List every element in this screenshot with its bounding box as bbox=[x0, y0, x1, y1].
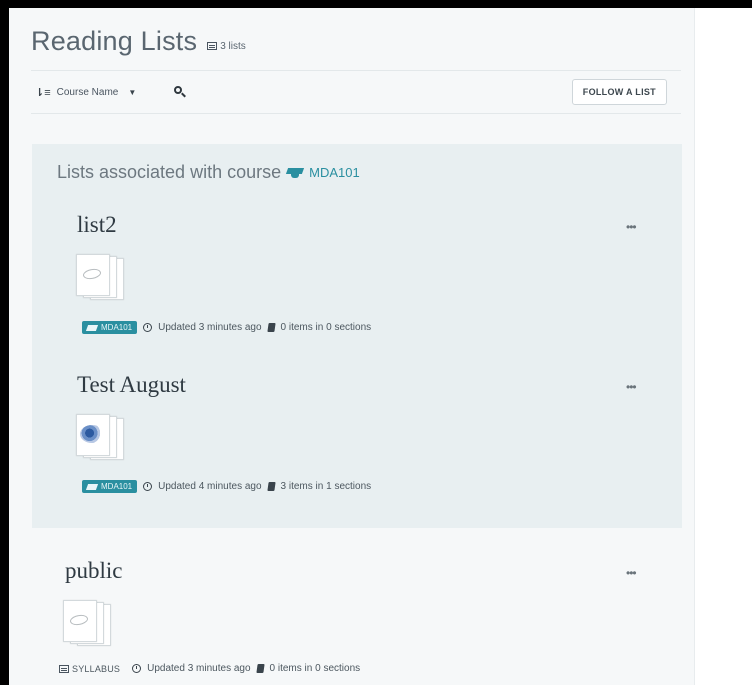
list-thumbnails bbox=[63, 600, 127, 646]
list-thumbnails bbox=[76, 254, 140, 300]
list-title-test-august[interactable]: Test August bbox=[77, 372, 186, 398]
updated-text: Updated 4 minutes ago bbox=[158, 481, 262, 492]
items-count: 3 items in 1 sections bbox=[280, 481, 372, 492]
toolbar: ⇂≡ Course Name ▼ FOLLOW A LIST bbox=[31, 70, 681, 114]
course-code-link[interactable]: MDA101 bbox=[309, 165, 360, 180]
list-icon bbox=[207, 42, 218, 50]
app-frame: Reading Lists 3 lists ⇂≡ Course Name ▼ F… bbox=[9, 8, 752, 685]
course-section-heading: Lists associated with course MDA101 bbox=[57, 162, 360, 183]
list-icon bbox=[59, 664, 69, 673]
book-cover-thumbnail bbox=[76, 254, 110, 296]
list-meta: MDA101 Updated 3 minutes ago 0 items in … bbox=[82, 321, 371, 334]
course-heading-text: Lists associated with course bbox=[57, 162, 282, 182]
more-options-button[interactable]: ••• bbox=[626, 380, 637, 394]
sort-dropdown[interactable]: ⇂≡ Course Name ▼ bbox=[35, 86, 136, 99]
items-count: 0 items in 0 sections bbox=[269, 663, 361, 674]
book-icon bbox=[266, 323, 276, 332]
list-count: 3 lists bbox=[220, 40, 246, 52]
chevron-down-icon: ▼ bbox=[128, 87, 137, 97]
list-meta: MDA101 Updated 4 minutes ago 3 items in … bbox=[82, 480, 371, 493]
follow-list-button[interactable]: FOLLOW A LIST bbox=[571, 79, 667, 105]
list-thumbnails bbox=[76, 414, 140, 460]
page-header: Reading Lists 3 lists bbox=[31, 26, 246, 57]
list-type-tag: SYLLABUS bbox=[59, 664, 120, 674]
graduation-cap-icon bbox=[286, 167, 304, 179]
course-tag[interactable]: MDA101 bbox=[82, 321, 138, 334]
clock-icon bbox=[132, 664, 142, 673]
updated-text: Updated 3 minutes ago bbox=[147, 663, 251, 674]
graduation-cap-icon bbox=[85, 483, 99, 490]
more-options-button[interactable]: ••• bbox=[626, 566, 637, 580]
course-tag[interactable]: MDA101 bbox=[82, 480, 138, 493]
graduation-cap-icon bbox=[85, 324, 99, 331]
book-cover-thumbnail bbox=[63, 600, 97, 642]
right-gutter bbox=[694, 8, 752, 685]
book-cover-thumbnail bbox=[76, 414, 110, 456]
updated-text: Updated 3 minutes ago bbox=[158, 322, 262, 333]
list-title-list2[interactable]: list2 bbox=[77, 212, 117, 238]
list-title-public[interactable]: public bbox=[65, 558, 123, 584]
page-title: Reading Lists bbox=[31, 26, 198, 56]
items-count: 0 items in 0 sections bbox=[280, 322, 372, 333]
sort-icon: ⇂≡ bbox=[35, 86, 51, 99]
sort-label: Course Name bbox=[56, 86, 119, 98]
course-lists-panel: Lists associated with course MDA101 list… bbox=[32, 144, 682, 528]
list-meta: SYLLABUS Updated 3 minutes ago 0 items i… bbox=[59, 663, 360, 674]
list-count-badge: 3 lists bbox=[207, 41, 246, 52]
book-icon bbox=[266, 482, 276, 491]
clock-icon bbox=[143, 323, 153, 332]
clock-icon bbox=[143, 482, 153, 491]
book-icon bbox=[255, 664, 265, 673]
search-icon[interactable] bbox=[172, 84, 188, 100]
more-options-button[interactable]: ••• bbox=[626, 220, 637, 234]
